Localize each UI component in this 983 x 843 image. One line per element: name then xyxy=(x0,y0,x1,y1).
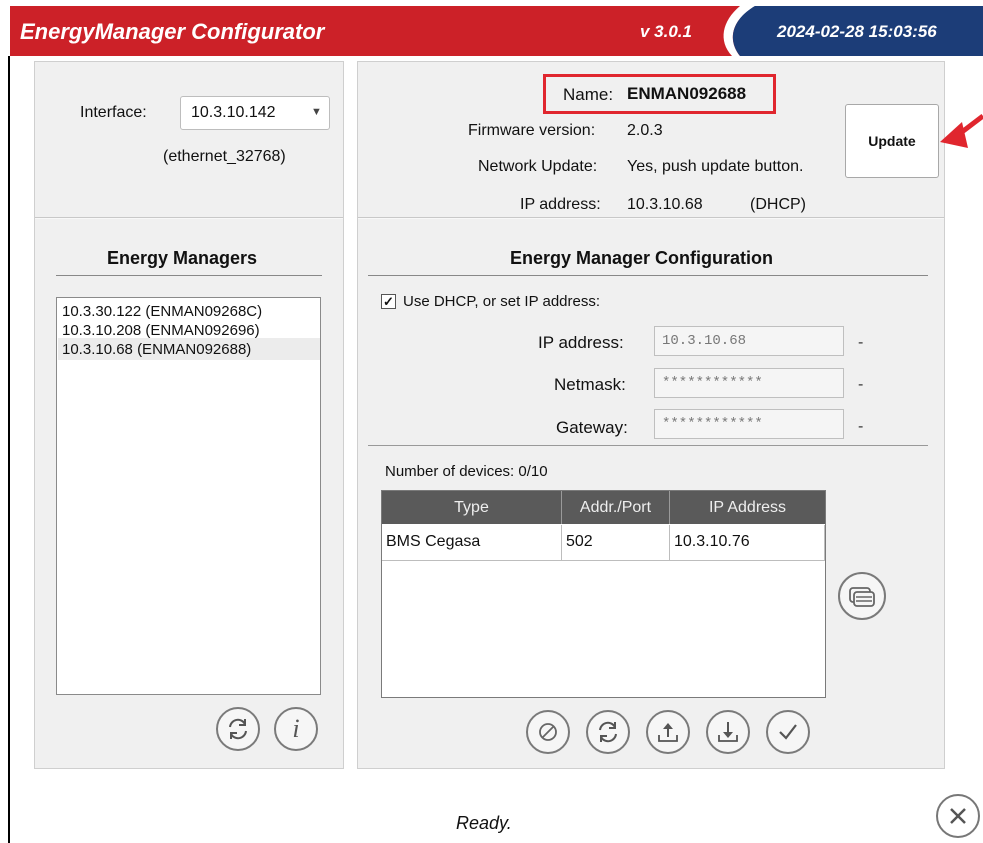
ip-address-value: 10.3.10.68 xyxy=(627,196,703,213)
copy-button[interactable] xyxy=(838,572,886,620)
config-section-divider xyxy=(368,445,928,446)
energy-managers-list[interactable]: 10.3.30.122 (ENMAN09268C) 10.3.10.208 (E… xyxy=(56,297,321,695)
energy-managers-divider xyxy=(56,275,322,276)
netmask-field-dash: - xyxy=(858,376,864,393)
network-update-label: Network Update: xyxy=(478,158,598,175)
title-bar: EnergyManager Configurator v 3.0.1 2024-… xyxy=(10,6,983,56)
ip-mode-value: (DHCP) xyxy=(750,196,806,213)
name-label: Name: xyxy=(563,85,614,104)
copy-icon xyxy=(849,587,875,607)
netmask-field-label: Netmask: xyxy=(554,375,626,394)
right-panel-separator xyxy=(358,217,944,219)
device-count: Number of devices: 0/10 xyxy=(385,463,548,480)
devices-table: Type Addr./Port IP Address BMS Cegasa 50… xyxy=(381,490,826,698)
close-icon xyxy=(950,808,966,824)
gateway-field-dash: - xyxy=(858,418,864,435)
chevron-down-icon: ▼ xyxy=(311,106,322,118)
network-update-value: Yes, push update button. xyxy=(627,158,804,175)
download-icon xyxy=(718,722,738,742)
ip-address-label: IP address: xyxy=(520,196,601,213)
status-text: Ready. xyxy=(456,813,512,833)
table-cell-ip-address[interactable]: 10.3.10.76 xyxy=(670,525,825,561)
red-arrow-annotation xyxy=(940,114,983,148)
interface-label: Interface: xyxy=(80,104,147,121)
close-button[interactable] xyxy=(936,794,980,838)
apply-button[interactable] xyxy=(766,710,810,754)
interface-select-value: 10.3.10.142 xyxy=(191,104,276,121)
refresh-icon xyxy=(599,721,617,743)
dhcp-checkbox[interactable]: ✓ xyxy=(381,294,396,309)
table-cell-type[interactable]: BMS Cegasa xyxy=(382,525,562,561)
gateway-field-label: Gateway: xyxy=(556,418,628,437)
app-title: EnergyManager Configurator xyxy=(20,19,325,44)
config-title: Energy Manager Configuration xyxy=(510,248,774,268)
upload-icon xyxy=(658,723,678,742)
refresh-list-button[interactable] xyxy=(216,707,260,751)
upload-button[interactable] xyxy=(646,710,690,754)
info-button[interactable]: i xyxy=(274,707,318,751)
interface-select[interactable]: 10.3.10.142 ▼ xyxy=(180,96,330,130)
ip-field-label: IP address: xyxy=(538,333,624,352)
list-item[interactable]: 10.3.10.68 (ENMAN092688) xyxy=(62,340,251,359)
title-bar-swoosh xyxy=(723,6,770,56)
no-entry-icon xyxy=(539,723,557,741)
update-button[interactable]: Update xyxy=(845,104,939,178)
app-version: v 3.0.1 xyxy=(640,22,692,41)
interface-adapter-name: (ethernet_32768) xyxy=(163,148,286,165)
refresh-config-button[interactable] xyxy=(586,710,630,754)
ip-field-dash: - xyxy=(858,334,864,351)
list-item[interactable]: 10.3.30.122 (ENMAN09268C) xyxy=(62,302,262,321)
gateway-field[interactable]: ************ xyxy=(654,409,844,439)
firmware-value: 2.0.3 xyxy=(627,122,663,139)
checkmark-icon xyxy=(779,724,797,740)
table-header-addr-port[interactable]: Addr./Port xyxy=(562,491,670,524)
netmask-field[interactable]: ************ xyxy=(654,368,844,398)
clear-button[interactable] xyxy=(526,710,570,754)
download-button[interactable] xyxy=(706,710,750,754)
app-datetime: 2024-02-28 15:03:56 xyxy=(777,22,937,41)
table-header-ip-address[interactable]: IP Address xyxy=(670,491,825,524)
config-divider xyxy=(368,275,928,276)
list-item[interactable]: 10.3.10.208 (ENMAN092696) xyxy=(62,321,260,340)
energy-managers-title: Energy Managers xyxy=(107,248,258,268)
ip-address-field[interactable]: 10.3.10.68 xyxy=(654,326,844,356)
info-icon: i xyxy=(292,714,300,743)
table-header-type[interactable]: Type xyxy=(382,491,562,524)
refresh-icon xyxy=(229,718,247,740)
firmware-label: Firmware version: xyxy=(468,122,596,139)
window-left-border xyxy=(8,56,10,843)
name-value: ENMAN092688 xyxy=(627,84,747,103)
dhcp-label: Use DHCP, or set IP address: xyxy=(403,293,601,310)
table-cell-addr-port[interactable]: 502 xyxy=(562,525,670,561)
left-panel-separator xyxy=(35,217,343,219)
